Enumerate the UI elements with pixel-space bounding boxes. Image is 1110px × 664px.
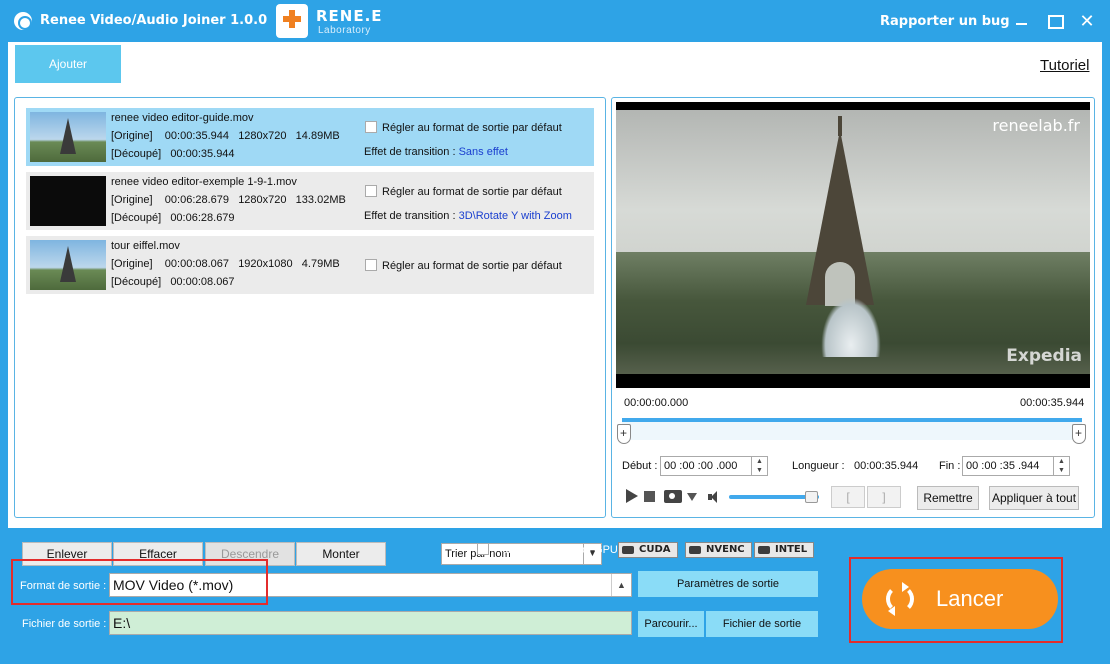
logo-subtitle: Laboratory bbox=[318, 25, 371, 36]
watermark-bottom: Expedia bbox=[1006, 346, 1082, 366]
default-format-checkbox[interactable]: Régler au format de sortie par défaut bbox=[365, 121, 562, 134]
move-up-button[interactable]: Monter bbox=[296, 542, 386, 566]
checkbox-box[interactable] bbox=[365, 185, 377, 197]
add-button[interactable]: Ajouter bbox=[15, 45, 121, 83]
video-thumbnail bbox=[30, 112, 106, 162]
start-time-value: 00 :00 :00 .000 bbox=[664, 460, 738, 472]
gpu-checkbox[interactable] bbox=[477, 543, 489, 555]
minimize-icon[interactable] bbox=[1010, 10, 1032, 32]
transition-effect: Effet de transition : Sans effet bbox=[364, 146, 508, 158]
nvenc-badge: NVENC bbox=[685, 542, 752, 558]
title-bar: Renee Video/Audio Joiner 1.0.0 RENE.E La… bbox=[0, 0, 1110, 42]
tutorial-link[interactable]: Tutoriel bbox=[1040, 57, 1089, 74]
transition-effect: Effet de transition : 3D\Rotate Y with Z… bbox=[364, 210, 572, 222]
intel-badge: INTEL bbox=[754, 542, 815, 558]
reset-button[interactable]: Remettre bbox=[917, 486, 979, 510]
format-highlight-box bbox=[11, 559, 268, 605]
checkbox-label: Régler au format de sortie par défaut bbox=[382, 260, 562, 272]
file-cut-info: [Découpé] 00:06:28.679 bbox=[111, 212, 235, 224]
output-settings-button[interactable]: Paramètres de sortie bbox=[638, 571, 818, 597]
length-label: Longueur : bbox=[792, 460, 845, 472]
launch-button[interactable]: Lancer bbox=[862, 569, 1058, 629]
file-name: renee video editor-guide.mov bbox=[111, 112, 254, 124]
file-row[interactable]: renee video editor-guide.mov [Origine] 0… bbox=[26, 108, 594, 166]
mark-out-button[interactable]: ] bbox=[867, 486, 901, 508]
checkbox-box[interactable] bbox=[365, 121, 377, 133]
play-icon[interactable] bbox=[626, 489, 638, 503]
preview-panel: reneelab.fr Expedia 00:00:00.000 00:00:3… bbox=[611, 97, 1095, 518]
effect-value-link[interactable]: 3D\Rotate Y with Zoom bbox=[459, 210, 572, 222]
start-label: Début : bbox=[622, 460, 658, 472]
timeline-track[interactable] bbox=[622, 422, 1082, 440]
film-reel-icon bbox=[14, 12, 32, 30]
end-time-input[interactable]: 00 :00 :35 .944 ▲ ▼ bbox=[962, 456, 1070, 476]
launch-label: Lancer bbox=[936, 586, 1004, 611]
output-path-input[interactable]: E:\ bbox=[109, 611, 632, 635]
refresh-icon bbox=[886, 582, 914, 616]
effect-value-link[interactable]: Sans effet bbox=[459, 146, 508, 158]
volume-slider-knob[interactable] bbox=[805, 491, 818, 503]
checkbox-box[interactable] bbox=[365, 259, 377, 271]
file-cut-info: [Découpé] 00:00:35.944 bbox=[111, 148, 235, 160]
stop-icon[interactable] bbox=[644, 491, 655, 502]
timeline-end-time: 00:00:35.944 bbox=[1020, 397, 1085, 409]
camera-icon[interactable] bbox=[664, 490, 682, 503]
output-folder-button[interactable]: Fichier de sortie bbox=[706, 611, 818, 637]
checkbox-label: Régler au format de sortie par défaut bbox=[382, 122, 562, 134]
cuda-badge: CUDA bbox=[618, 542, 678, 558]
trim-end-handle[interactable] bbox=[1072, 424, 1086, 444]
watermark-top: reneelab.fr bbox=[992, 116, 1080, 135]
length-value: 00:00:35.944 bbox=[854, 460, 919, 472]
browse-button[interactable]: Parcourir... bbox=[638, 611, 704, 637]
effect-label: Effet de transition : bbox=[364, 210, 459, 222]
video-thumbnail bbox=[30, 176, 106, 226]
close-icon[interactable]: ✕ bbox=[1076, 10, 1098, 32]
end-time-value: 00 :00 :35 .944 bbox=[966, 460, 1040, 472]
file-origin-info: [Origine] 00:06:28.679 1280x720 133.02MB bbox=[111, 194, 346, 206]
logo-text: RENE.E bbox=[316, 7, 383, 25]
timeline-start-time: 00:00:00.000 bbox=[624, 397, 689, 409]
report-bug-link[interactable]: Rapporter un bug bbox=[880, 14, 1010, 29]
file-row[interactable]: renee video editor-exemple 1-9-1.mov [Or… bbox=[26, 172, 594, 230]
trim-start-handle[interactable] bbox=[617, 424, 631, 444]
rene-e-logo: RENE.E Laboratory bbox=[276, 4, 386, 38]
mark-in-button[interactable]: [ bbox=[831, 486, 865, 508]
checkbox-label: Régler au format de sortie par défaut bbox=[382, 186, 562, 198]
maximize-icon[interactable] bbox=[1043, 10, 1065, 32]
file-list-panel: renee video editor-guide.mov [Origine] 0… bbox=[14, 97, 606, 566]
file-name: tour eiffel.mov bbox=[111, 240, 180, 252]
spinner-icon[interactable]: ▲ ▼ bbox=[751, 457, 767, 475]
default-format-checkbox[interactable]: Régler au format de sortie par défaut bbox=[365, 259, 562, 272]
file-name: renee video editor-exemple 1-9-1.mov bbox=[111, 176, 297, 188]
effect-label: Effet de transition : bbox=[364, 146, 459, 158]
volume-icon[interactable] bbox=[708, 491, 720, 503]
chevron-up-icon[interactable]: ▲ bbox=[611, 574, 631, 596]
apply-all-button[interactable]: Appliquer à tout bbox=[989, 486, 1079, 510]
file-origin-info: [Origine] 00:00:35.944 1280x720 14.89MB bbox=[111, 130, 340, 142]
main-area: Ajouter Tutoriel renee video editor-guid… bbox=[8, 42, 1102, 566]
gpu-label: Activer accélération GPU bbox=[495, 544, 618, 556]
file-origin-info: [Origine] 00:00:08.067 1920x1080 4.79MB bbox=[111, 258, 340, 270]
end-label: Fin : bbox=[939, 460, 961, 472]
chevron-down-icon[interactable] bbox=[687, 493, 697, 501]
first-aid-cross-icon bbox=[276, 4, 308, 38]
app-title: Renee Video/Audio Joiner 1.0.0 bbox=[40, 13, 268, 28]
gpu-acceleration-option[interactable]: Activer accélération GPU bbox=[477, 543, 618, 556]
default-format-checkbox[interactable]: Régler au format de sortie par défaut bbox=[365, 185, 562, 198]
file-cut-info: [Découpé] 00:00:08.067 bbox=[111, 276, 235, 288]
output-file-label: Fichier de sortie : bbox=[22, 618, 107, 630]
video-preview[interactable]: reneelab.fr Expedia bbox=[616, 102, 1090, 388]
video-thumbnail bbox=[30, 240, 106, 290]
file-row[interactable]: tour eiffel.mov [Origine] 00:00:08.067 1… bbox=[26, 236, 594, 294]
start-time-input[interactable]: 00 :00 :00 .000 ▲ ▼ bbox=[660, 456, 768, 476]
spinner-icon[interactable]: ▲ ▼ bbox=[1053, 457, 1069, 475]
